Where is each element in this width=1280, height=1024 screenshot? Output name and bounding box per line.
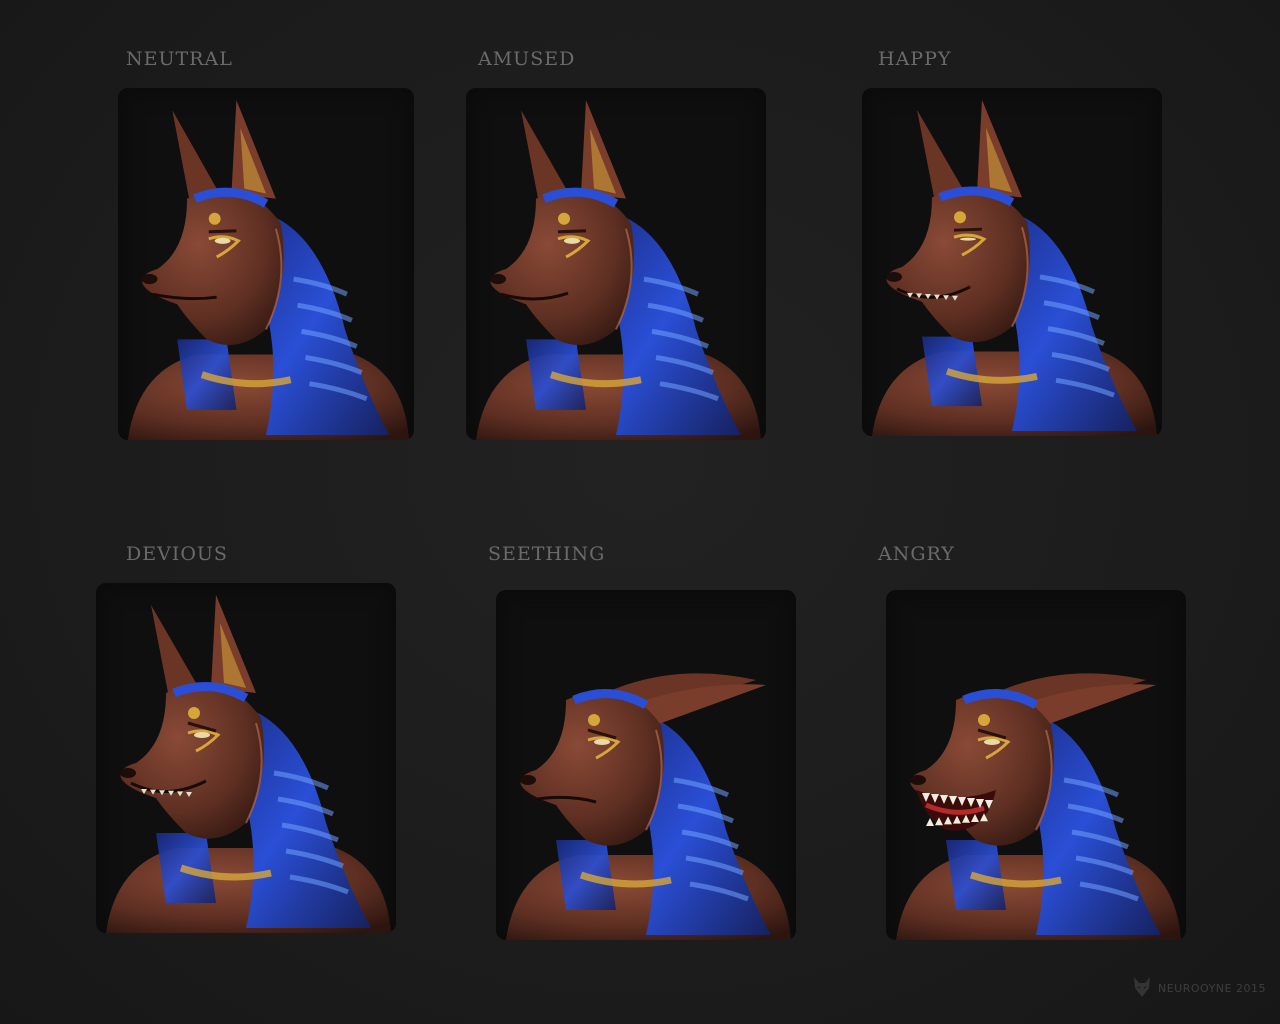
portrait-neutral: [118, 88, 414, 440]
watermark-text: NEUROOYNE 2015: [1158, 981, 1266, 995]
expression-label-devious: DEVIOUS: [126, 543, 228, 565]
jackal-portrait-art: [896, 673, 1181, 940]
jackal-portrait-art: [872, 99, 1157, 436]
expression-label-neutral: NEUTRAL: [126, 48, 233, 70]
expression-label-happy: HAPPY: [878, 48, 952, 70]
jackal-portrait-art: [127, 100, 410, 440]
expression-label-seething: SEETHING: [488, 543, 606, 565]
portrait-devious: [96, 583, 396, 933]
jackal-portrait-art: [506, 673, 791, 940]
portrait-happy: [862, 88, 1162, 436]
jackal-portrait-art: [476, 100, 761, 440]
expression-label-amused: AMUSED: [478, 48, 576, 70]
portrait-amused: [466, 88, 766, 440]
expression-label-angry: ANGRY: [878, 543, 955, 565]
jackal-portrait-art: [106, 595, 391, 933]
wolf-head-logo-icon: [1132, 976, 1152, 1001]
watermark: NEUROOYNE 2015: [1132, 976, 1265, 1001]
expression-sheet: NEUTRAL AMUSED HAPPY DEVIOUS SEETHING AN…: [0, 0, 1280, 1024]
portrait-angry: [886, 590, 1186, 940]
portrait-seething: [496, 590, 796, 940]
